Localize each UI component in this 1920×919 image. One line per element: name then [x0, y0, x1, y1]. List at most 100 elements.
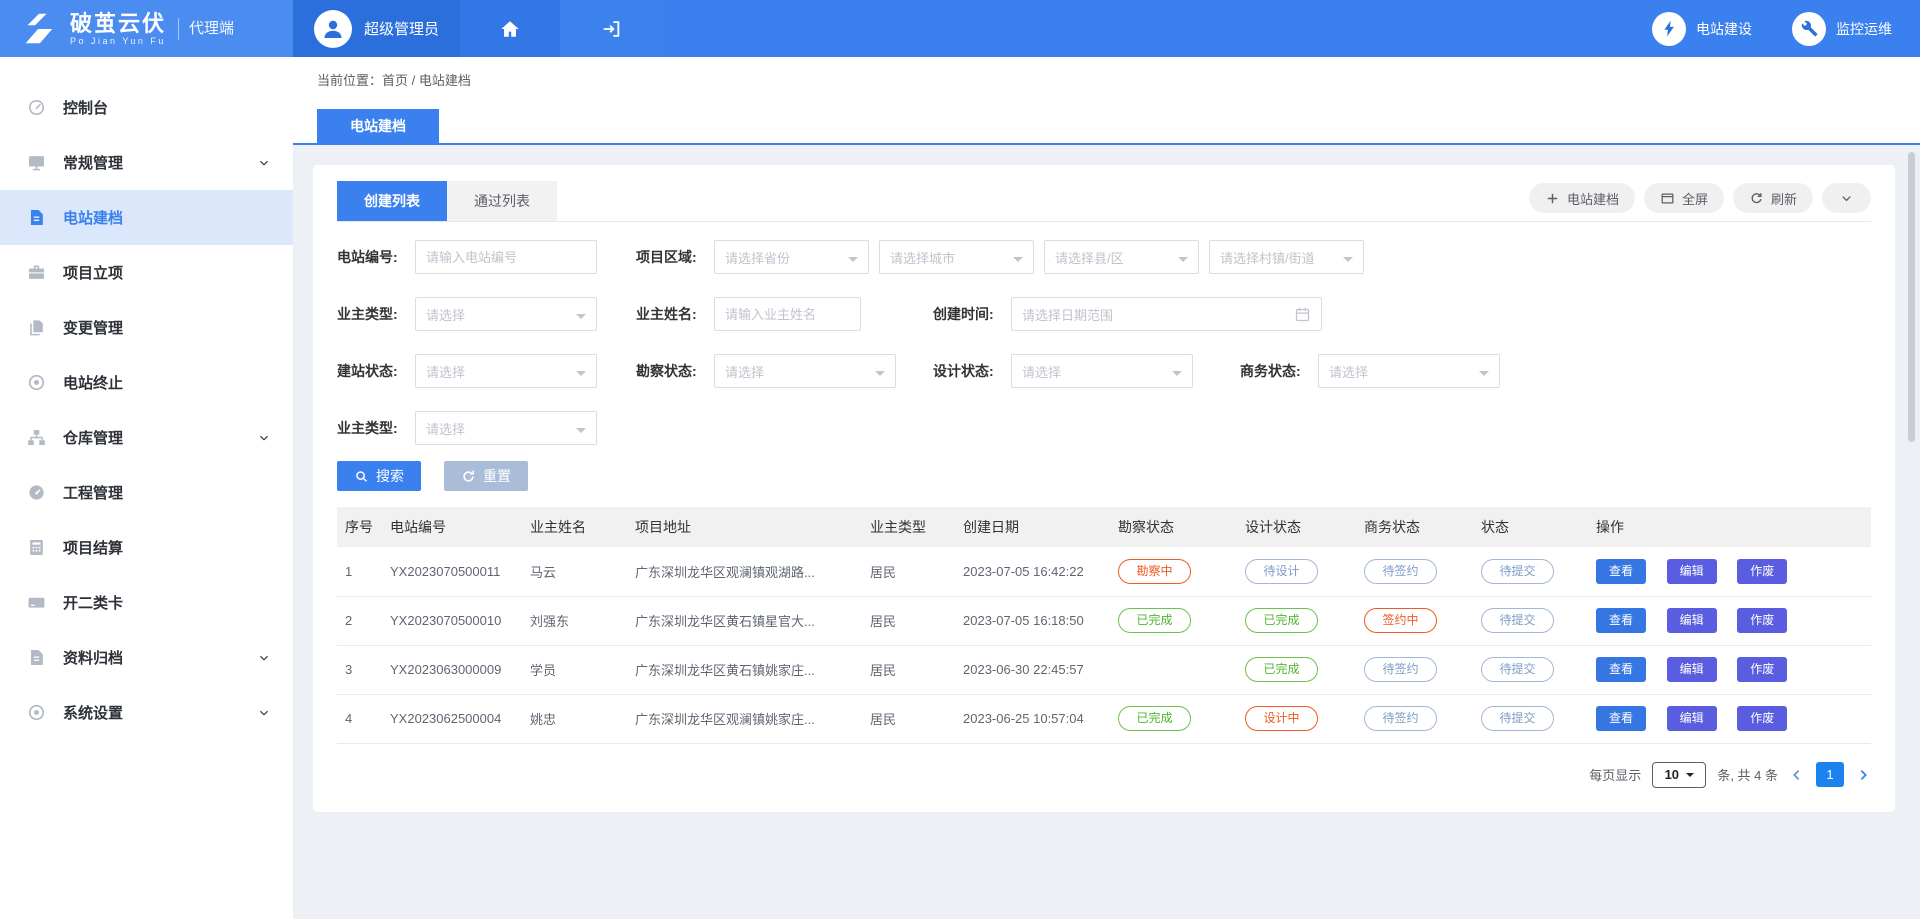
- sidebar-item-type2-card[interactable]: 开二类卡: [0, 575, 293, 630]
- status-badge: 设计中: [1245, 706, 1318, 731]
- view-button[interactable]: 查看: [1596, 706, 1646, 731]
- void-button[interactable]: 作废: [1737, 608, 1787, 633]
- sidebar-item-project-settlement[interactable]: 项目结算: [0, 520, 293, 575]
- top-header: 破茧云伏 Po Jian Yun Fu 代理端 超级管理员: [0, 0, 1920, 57]
- design-status-select[interactable]: 请选择: [1011, 354, 1193, 388]
- col-design: 设计状态: [1237, 507, 1356, 547]
- void-button[interactable]: 作废: [1737, 706, 1787, 731]
- dashboard-icon: [27, 98, 46, 117]
- prev-page-button[interactable]: [1789, 767, 1805, 783]
- town-select[interactable]: 请选择村镇/街道: [1209, 240, 1364, 274]
- caret-down-icon: [1343, 257, 1353, 267]
- cell-code: YX2023062500004: [382, 694, 522, 743]
- per-page-select[interactable]: 10: [1652, 762, 1706, 788]
- sidebar-item-system-settings[interactable]: 系统设置: [0, 685, 293, 740]
- plus-icon: [1545, 191, 1560, 206]
- chevron-down-icon: [1839, 191, 1854, 206]
- view-button[interactable]: 查看: [1596, 608, 1646, 633]
- date-range-input[interactable]: 请选择日期范围: [1011, 297, 1322, 331]
- edit-button[interactable]: 编辑: [1667, 657, 1717, 682]
- col-owner-type: 业主类型: [862, 507, 955, 547]
- col-created: 创建日期: [955, 507, 1110, 547]
- owner-type-label: 业主类型:: [337, 304, 407, 324]
- user-menu[interactable]: 超级管理员: [293, 0, 460, 57]
- logout-button[interactable]: [560, 0, 662, 57]
- refresh-button[interactable]: 刷新: [1733, 183, 1813, 213]
- caret-down-icon: [576, 428, 586, 438]
- next-page-button[interactable]: [1855, 767, 1871, 783]
- reset-button[interactable]: 重置: [444, 461, 528, 491]
- calendar-icon: [1294, 306, 1311, 323]
- province-select[interactable]: 请选择省份: [714, 240, 869, 274]
- status-badge: 待提交: [1481, 559, 1554, 584]
- sidebar-item-general-mgmt[interactable]: 常规管理: [0, 135, 293, 190]
- survey-status-select[interactable]: 请选择: [714, 354, 896, 388]
- cell-survey-status: 已完成: [1110, 596, 1237, 645]
- sidebar-item-console[interactable]: 控制台: [0, 80, 293, 135]
- col-seq: 序号: [337, 507, 382, 547]
- home-icon: [499, 18, 521, 40]
- city-select[interactable]: 请选择城市: [879, 240, 1034, 274]
- col-business: 商务状态: [1356, 507, 1473, 547]
- status-badge: 待提交: [1481, 706, 1554, 731]
- sidebar-item-station-archive[interactable]: 电站建档: [0, 190, 293, 245]
- cell-seq: 3: [337, 645, 382, 694]
- owner-type-select[interactable]: 请选择: [415, 297, 597, 331]
- nav-station-build[interactable]: 电站建设: [1652, 12, 1752, 46]
- sidebar-item-warehouse-mgmt[interactable]: 仓库管理: [0, 410, 293, 465]
- cell-created: 2023-06-30 22:45:57: [955, 645, 1110, 694]
- edit-button[interactable]: 编辑: [1667, 559, 1717, 584]
- cell-survey-status: 勘察中: [1110, 547, 1237, 596]
- archive-icon: [27, 648, 46, 667]
- build-status-select[interactable]: 请选择: [415, 354, 597, 388]
- owner-type2-select[interactable]: 请选择: [415, 411, 597, 445]
- district-select[interactable]: 请选择县/区: [1044, 240, 1199, 274]
- cell-business-status: 待签约: [1356, 547, 1473, 596]
- owner-name-input[interactable]: [714, 297, 861, 331]
- cell-survey-status: [1110, 645, 1237, 694]
- sidebar-item-change-mgmt[interactable]: 变更管理: [0, 300, 293, 355]
- collapse-button[interactable]: [1822, 183, 1871, 213]
- scrollbar[interactable]: [1908, 152, 1915, 442]
- cell-status: 待提交: [1473, 645, 1588, 694]
- edit-button[interactable]: 编辑: [1667, 706, 1717, 731]
- region-label: 项目区域:: [636, 247, 706, 267]
- business-status-select[interactable]: 请选择: [1318, 354, 1500, 388]
- home-button[interactable]: [460, 0, 560, 57]
- caret-down-icon: [576, 371, 586, 381]
- cell-status: 待提交: [1473, 547, 1588, 596]
- caret-down-icon: [576, 314, 586, 324]
- view-button[interactable]: 查看: [1596, 559, 1646, 584]
- view-button[interactable]: 查看: [1596, 657, 1646, 682]
- cell-owner-type: 居民: [862, 694, 955, 743]
- cell-seq: 4: [337, 694, 382, 743]
- col-survey: 勘察状态: [1110, 507, 1237, 547]
- briefcase-icon: [27, 263, 46, 282]
- tab-create-list[interactable]: 创建列表: [337, 181, 447, 221]
- search-button[interactable]: 搜索: [337, 461, 421, 491]
- sidebar-item-project-initiation[interactable]: 项目立项: [0, 245, 293, 300]
- card-icon: [27, 593, 46, 612]
- void-button[interactable]: 作废: [1737, 559, 1787, 584]
- station-code-input[interactable]: [415, 240, 597, 274]
- sidebar: 控制台 常规管理 电站建档 项目立项 变更管理 电站终止: [0, 57, 293, 919]
- tab-passed-list[interactable]: 通过列表: [447, 181, 557, 221]
- sidebar-item-engineering-mgmt[interactable]: 工程管理: [0, 465, 293, 520]
- cell-address: 广东深圳龙华区黄石镇姚家庄...: [627, 645, 862, 694]
- page-tab-station-archive[interactable]: 电站建档: [317, 109, 439, 143]
- void-button[interactable]: 作废: [1737, 657, 1787, 682]
- nav-monitor-ops[interactable]: 监控运维: [1792, 12, 1892, 46]
- document-icon: [27, 208, 46, 227]
- add-station-button[interactable]: 电站建档: [1529, 183, 1635, 213]
- sidebar-item-data-archive[interactable]: 资料归档: [0, 630, 293, 685]
- edit-button[interactable]: 编辑: [1667, 608, 1717, 633]
- avatar: [314, 10, 352, 48]
- col-status: 状态: [1473, 507, 1588, 547]
- chevron-down-icon: [257, 706, 271, 720]
- fullscreen-button[interactable]: 全屏: [1644, 183, 1724, 213]
- caret-down-icon: [1172, 371, 1182, 381]
- business-status-label: 商务状态:: [1240, 361, 1310, 381]
- page-number-button[interactable]: 1: [1816, 762, 1844, 787]
- sidebar-item-station-termination[interactable]: 电站终止: [0, 355, 293, 410]
- owner-type2-label: 业主类型:: [337, 418, 407, 438]
